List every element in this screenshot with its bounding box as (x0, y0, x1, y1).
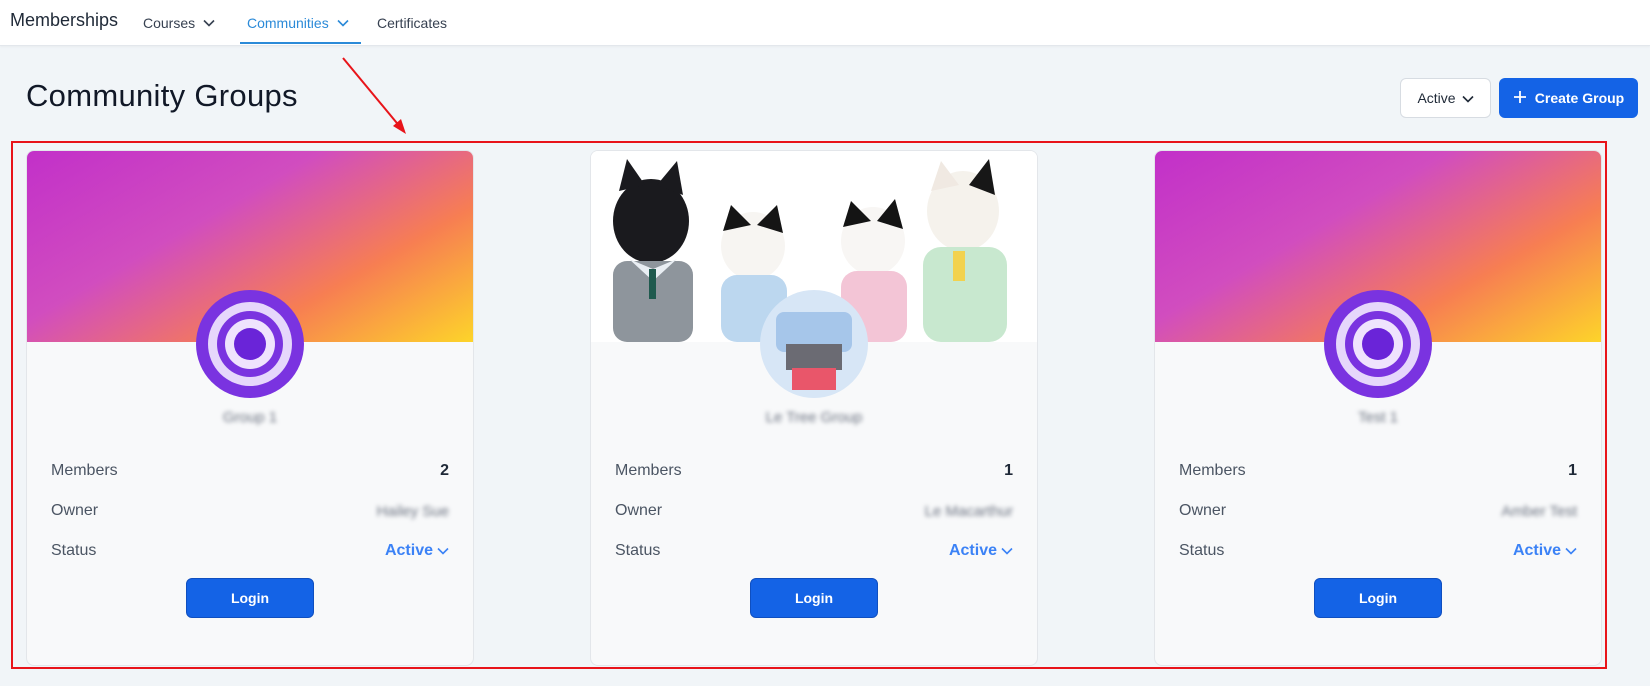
create-group-label: Create Group (1534, 90, 1625, 106)
members-count: 2 (440, 462, 449, 479)
members-count: 1 (1004, 462, 1013, 479)
status-filter-dropdown[interactable]: Active (1400, 78, 1491, 118)
chevron-down-icon (1461, 90, 1474, 106)
status-value: Active (948, 542, 997, 559)
group-avatar (758, 288, 870, 400)
nav-communities[interactable]: Communities (247, 13, 349, 33)
group-name-wrap: Le Tree Group (591, 409, 1037, 431)
members-label: Members (615, 462, 682, 479)
owner-name: Le Macarthur (924, 502, 1013, 520)
group-avatar (194, 288, 306, 400)
status-label: Status (1179, 542, 1225, 559)
nav-courses-label: Courses (143, 15, 196, 31)
owner-label: Owner (51, 502, 99, 519)
chevron-down-icon (1565, 547, 1577, 555)
nav-active-indicator (240, 42, 361, 44)
owner-name: Hailey Sue (376, 502, 449, 520)
members-row: Members 2 (51, 460, 449, 482)
status-dropdown[interactable]: Active (385, 542, 449, 560)
owner-label: Owner (1179, 502, 1227, 519)
login-button[interactable]: Login (1314, 578, 1442, 618)
create-group-button[interactable]: Create Group (1499, 78, 1638, 118)
status-dropdown[interactable]: Active (1513, 542, 1577, 560)
group-name[interactable]: Test 1 (1358, 409, 1398, 431)
members-label: Members (1179, 462, 1246, 479)
members-row: Members 1 (1179, 460, 1577, 482)
group-card: Group 1 Members 2 Owner Hailey Sue Statu… (26, 150, 474, 666)
group-name-wrap: Group 1 (27, 409, 473, 431)
chevron-down-icon (203, 19, 215, 27)
members-row: Members 1 (615, 460, 1013, 482)
login-button[interactable]: Login (750, 578, 878, 618)
status-label: Status (51, 542, 97, 559)
status-value: Active (384, 542, 433, 559)
group-name-wrap: Test 1 (1155, 409, 1601, 431)
nav-certificates-label: Certificates (377, 15, 448, 31)
nav-courses[interactable]: Courses (143, 13, 215, 33)
chevron-down-icon (437, 547, 449, 555)
chevron-down-icon (1001, 547, 1013, 555)
group-avatar (1322, 288, 1434, 400)
status-row: Status Active (51, 540, 449, 562)
owner-row: Owner Hailey Sue (51, 500, 449, 522)
members-count: 1 (1568, 462, 1577, 479)
status-label: Status (615, 542, 661, 559)
status-row: Status Active (615, 540, 1013, 562)
status-value: Active (1512, 542, 1561, 559)
status-dropdown[interactable]: Active (949, 542, 1013, 560)
owner-row: Owner Amber Test (1179, 500, 1577, 522)
owner-label: Owner (615, 502, 663, 519)
group-card: Le Tree Group Members 1 Owner Le Macarth… (590, 150, 1038, 666)
page-title: Community Groups (26, 78, 298, 113)
members-label: Members (51, 462, 118, 479)
nav-certificates[interactable]: Certificates (377, 13, 447, 33)
plus-icon (1513, 90, 1527, 107)
top-nav: Memberships Courses Communities Certific… (0, 0, 1650, 46)
nav-communities-label: Communities (247, 15, 329, 31)
login-button[interactable]: Login (186, 578, 314, 618)
owner-name: Amber Test (1501, 502, 1577, 520)
group-card: Test 1 Members 1 Owner Amber Test Status… (1154, 150, 1602, 666)
status-filter-label: Active (1417, 90, 1456, 106)
group-name[interactable]: Group 1 (223, 409, 277, 431)
chevron-down-icon (337, 19, 349, 27)
brand-title[interactable]: Memberships (10, 10, 118, 31)
owner-row: Owner Le Macarthur (615, 500, 1013, 522)
group-name[interactable]: Le Tree Group (766, 409, 863, 431)
status-row: Status Active (1179, 540, 1577, 562)
